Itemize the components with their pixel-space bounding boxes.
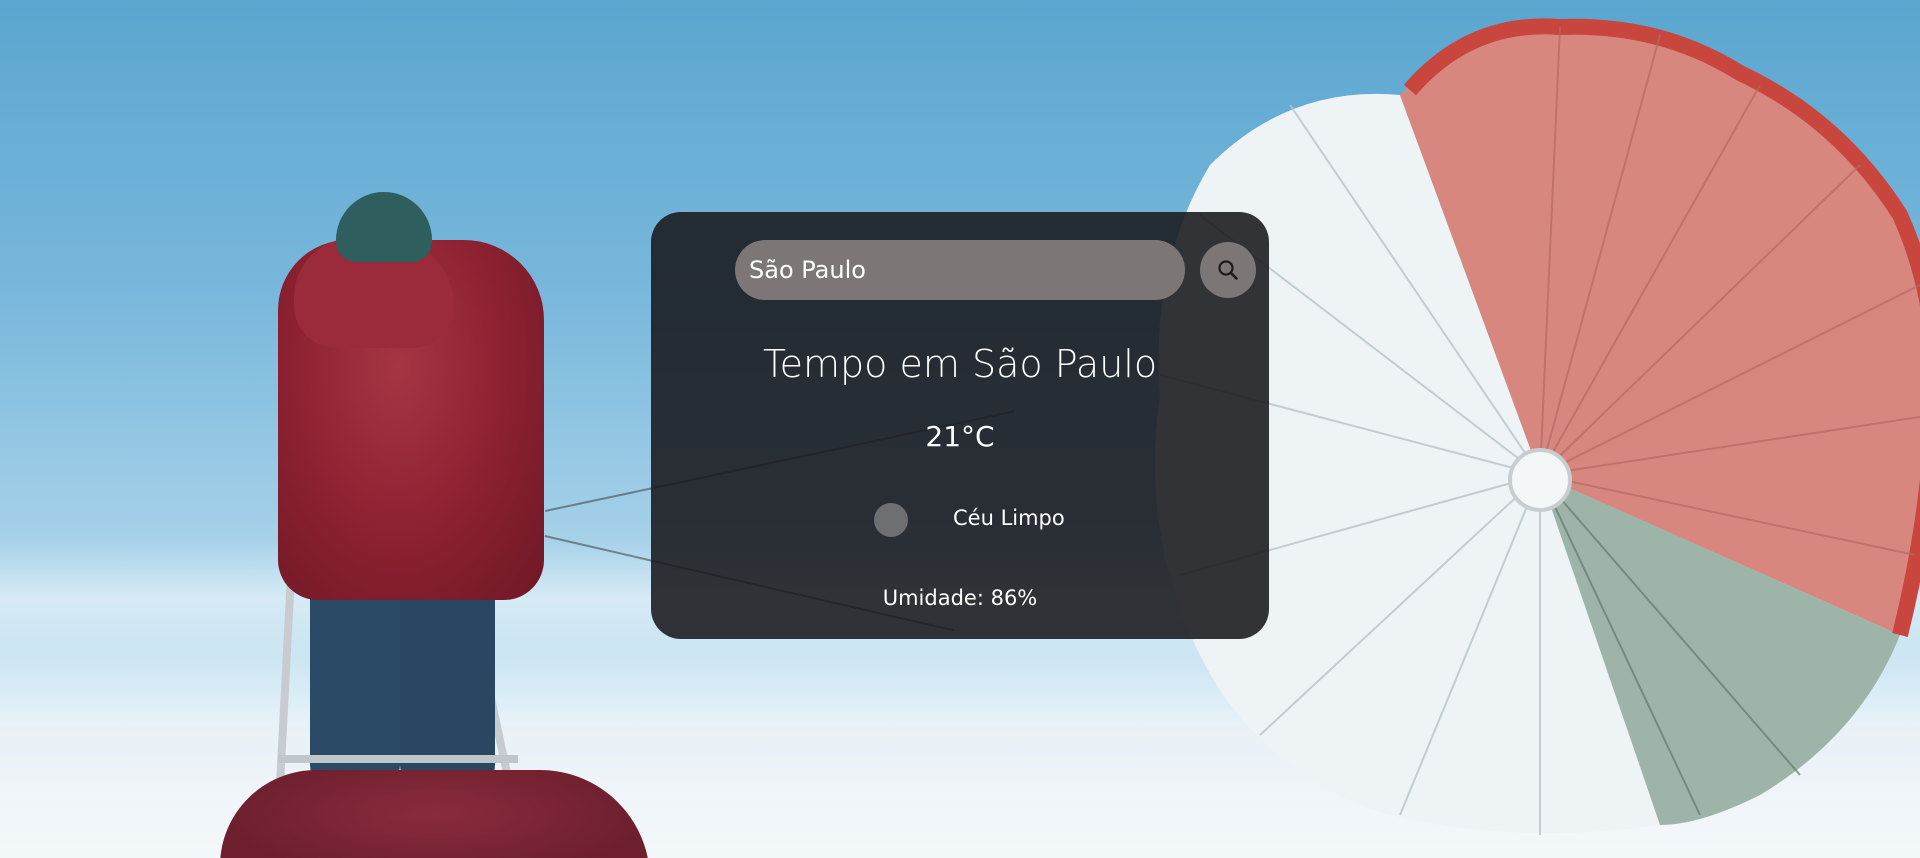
search-icon: [1218, 260, 1238, 280]
weather-description: Céu Limpo: [953, 506, 1065, 530]
sled-crossbar: [278, 755, 518, 763]
weather-condition-icon: [874, 503, 908, 537]
weather-card: Tempo em São Paulo 21°C Céu Limpo Umidad…: [651, 212, 1269, 639]
person-figure: [260, 190, 560, 858]
person-hat: [336, 192, 432, 262]
search-button[interactable]: [1200, 242, 1256, 298]
sled: [220, 770, 650, 858]
temperature: 21°C: [925, 420, 995, 453]
city-title: Tempo em São Paulo: [762, 342, 1158, 386]
weather-description-row: Céu Limpo: [651, 502, 1269, 538]
humidity: Umidade: 86%: [882, 586, 1038, 610]
parachute-center-vent: [1508, 448, 1572, 512]
search-bar: [735, 240, 1256, 300]
city-search-input[interactable]: [735, 240, 1185, 300]
